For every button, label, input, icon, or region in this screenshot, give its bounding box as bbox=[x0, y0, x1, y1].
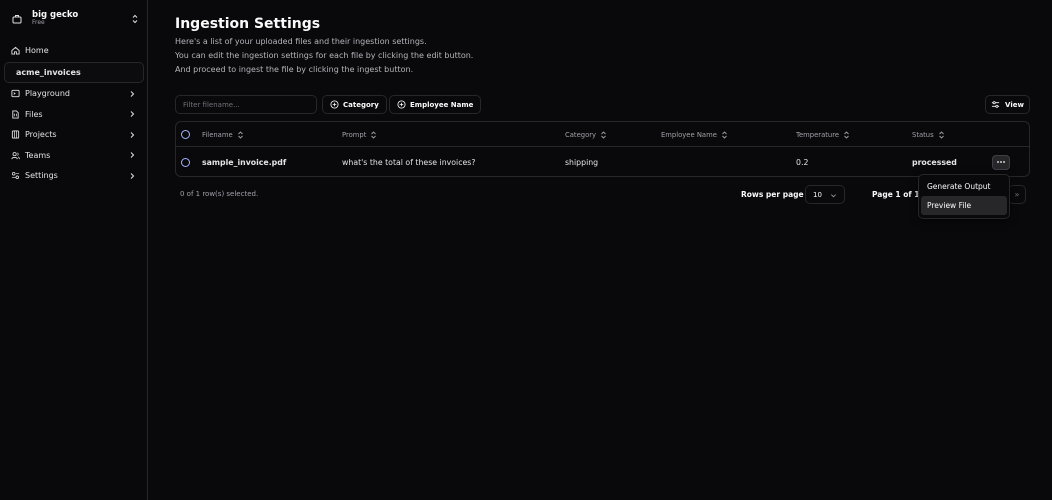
column-header-category[interactable]: Category bbox=[565, 122, 607, 147]
sort-icon bbox=[843, 130, 850, 139]
page-indicator: Page 1 of 1 bbox=[872, 190, 920, 199]
rows-per-page-value: 10 bbox=[813, 190, 822, 199]
sort-icon bbox=[938, 130, 945, 139]
page-description-line-2: You can edit the ingestion settings for … bbox=[175, 51, 474, 60]
plus-circle-icon bbox=[330, 100, 339, 109]
terminal-icon bbox=[10, 89, 20, 99]
sliders-icon bbox=[991, 100, 1000, 109]
row-actions-button[interactable] bbox=[992, 147, 1010, 177]
sidebar-item-label: Teams bbox=[25, 150, 51, 160]
sidebar: big gecko Free Home acme_invoices Playgr… bbox=[0, 0, 148, 500]
category-filter-button[interactable]: Category bbox=[322, 95, 387, 114]
sort-icon bbox=[721, 130, 728, 139]
last-page-button[interactable]: » bbox=[1008, 185, 1026, 204]
filter-filename-input[interactable] bbox=[175, 95, 317, 114]
files-icon bbox=[10, 109, 20, 119]
column-header-filename[interactable]: Filename bbox=[202, 122, 244, 147]
home-icon bbox=[10, 45, 20, 55]
cell-temperature: 0.2 bbox=[796, 157, 809, 167]
sidebar-item-playground[interactable]: Playground bbox=[4, 84, 144, 105]
checkbox-icon bbox=[181, 157, 190, 167]
selection-count: 0 of 1 row(s) selected. bbox=[180, 190, 259, 198]
cell-prompt: what's the total of these invoices? bbox=[342, 157, 476, 167]
sidebar-item-home[interactable]: Home bbox=[4, 40, 144, 61]
sidebar-nav: Home acme_invoices Playground Files Proj… bbox=[4, 40, 144, 186]
employee-name-filter-button[interactable]: Employee Name bbox=[389, 95, 482, 114]
org-name: big gecko bbox=[32, 10, 79, 21]
chevron-down-icon bbox=[830, 192, 837, 199]
page-title: Ingestion Settings bbox=[175, 16, 321, 32]
org-switcher[interactable]: big gecko Free bbox=[10, 6, 140, 32]
chevron-right-icon bbox=[128, 90, 136, 98]
row-actions-menu: Generate Output Preview File bbox=[918, 174, 1010, 219]
plus-circle-icon bbox=[397, 100, 406, 109]
row-select-checkbox[interactable] bbox=[181, 147, 190, 177]
sort-icon bbox=[237, 130, 244, 139]
sidebar-item-label: Projects bbox=[25, 130, 57, 140]
view-options-button[interactable]: View bbox=[985, 95, 1030, 114]
projects-icon bbox=[10, 130, 20, 140]
sidebar-item-label: acme_invoices bbox=[16, 67, 81, 77]
table-row[interactable]: sample_invoice.pdf what's the total of t… bbox=[176, 147, 1029, 177]
chevron-right-icon bbox=[128, 110, 136, 118]
users-icon bbox=[10, 150, 20, 160]
menu-item-preview-file[interactable]: Preview File bbox=[921, 196, 1007, 215]
column-header-status[interactable]: Status bbox=[912, 122, 945, 147]
sidebar-item-settings[interactable]: Settings bbox=[4, 166, 144, 187]
page-description-line-1: Here's a list of your uploaded files and… bbox=[175, 37, 427, 46]
cell-filename: sample_invoice.pdf bbox=[202, 157, 287, 167]
chevron-right-icon bbox=[128, 131, 136, 139]
ingestion-table: Filename Prompt Category Employee Name T… bbox=[175, 121, 1030, 177]
sort-icon bbox=[370, 130, 377, 139]
sidebar-item-label: Playground bbox=[25, 89, 70, 99]
rows-per-page-select[interactable]: 10 bbox=[805, 185, 845, 204]
sidebar-item-label: Files bbox=[25, 109, 43, 119]
more-horizontal-icon bbox=[992, 154, 1010, 170]
checkbox-icon bbox=[181, 130, 190, 139]
column-header-prompt[interactable]: Prompt bbox=[342, 122, 377, 147]
column-header-employee-name[interactable]: Employee Name bbox=[661, 122, 728, 147]
sidebar-item-teams[interactable]: Teams bbox=[4, 145, 144, 166]
briefcase-icon bbox=[10, 12, 24, 26]
org-plan: Free bbox=[32, 19, 45, 27]
menu-item-generate-output[interactable]: Generate Output bbox=[921, 177, 1007, 196]
category-filter-label: Category bbox=[343, 100, 379, 109]
view-options-label: View bbox=[1005, 100, 1024, 109]
settings-icon bbox=[10, 171, 20, 181]
chevrons-up-down-icon bbox=[130, 13, 140, 25]
column-header-temperature[interactable]: Temperature bbox=[796, 122, 850, 147]
select-all-checkbox[interactable] bbox=[181, 122, 190, 147]
chevron-right-icon bbox=[128, 172, 136, 180]
sidebar-item-projects[interactable]: Projects bbox=[4, 125, 144, 146]
page-description-line-3: And proceed to ingest the file by clicki… bbox=[175, 65, 414, 74]
employee-name-filter-label: Employee Name bbox=[410, 100, 474, 109]
sort-icon bbox=[600, 130, 607, 139]
cell-status: processed bbox=[912, 157, 957, 167]
rows-per-page-label: Rows per page bbox=[741, 190, 804, 199]
sidebar-item-label: Settings bbox=[25, 171, 58, 181]
chevrons-right-icon: » bbox=[1014, 190, 1020, 199]
cell-category: shipping bbox=[565, 157, 599, 167]
sidebar-item-files[interactable]: Files bbox=[4, 104, 144, 125]
chevron-right-icon bbox=[128, 151, 136, 159]
table-header: Filename Prompt Category Employee Name T… bbox=[176, 122, 1029, 147]
sidebar-item-acme-invoices[interactable]: acme_invoices bbox=[4, 61, 144, 83]
sidebar-item-label: Home bbox=[25, 45, 49, 55]
